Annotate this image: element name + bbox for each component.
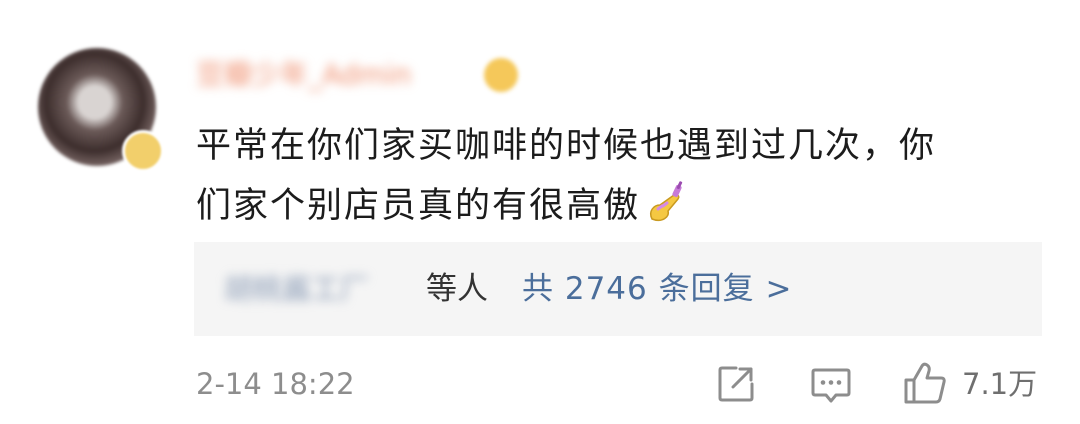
user-level-badge-icon (484, 58, 518, 92)
reply-summary-box[interactable]: 胡桃酱工厂 等人 共 2746 条回复 > (194, 242, 1042, 336)
comment-text: 平常在你们家买咖啡的时候也遇到过几次，你 们家个别店员真的有很高傲 (196, 116, 1056, 236)
comment-text-line2: 们家个别店员真的有很高傲 (196, 186, 641, 226)
like-thumb-icon[interactable] (902, 360, 948, 406)
verified-badge-icon (122, 130, 164, 172)
share-icon[interactable] (716, 364, 756, 404)
comment-icon[interactable] (810, 364, 852, 406)
view-replies-link[interactable]: 共 2746 条回复 > (522, 269, 792, 309)
comment-timestamp: 2-14 18:22 (196, 367, 355, 401)
reply-user-names: 胡桃酱工厂 (224, 272, 370, 306)
nail-polish-emoji-icon (649, 181, 683, 222)
reply-etc-label: 等人 (426, 271, 488, 307)
like-count: 7.1万 (962, 367, 1038, 401)
comment-text-line1: 平常在你们家买咖啡的时候也遇到过几次，你 (196, 126, 937, 166)
username[interactable]: 豆瓣少年_Admin (196, 55, 411, 95)
